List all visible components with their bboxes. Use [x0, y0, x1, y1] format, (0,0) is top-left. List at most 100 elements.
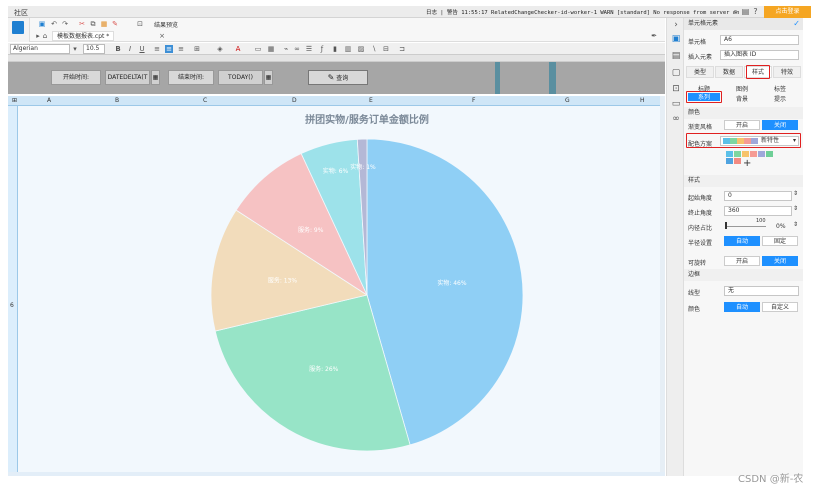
end-angle-input[interactable]: 360 — [724, 206, 792, 216]
border-icon[interactable]: ⊞ — [193, 45, 201, 53]
check-icon[interactable]: ✓ — [793, 19, 800, 28]
paste-icon[interactable]: ▦ — [100, 20, 108, 28]
format-brush-icon[interactable]: ✒ — [650, 32, 658, 40]
merge-cells-icon[interactable]: ▭ — [254, 45, 262, 53]
gradient-off-button[interactable]: 关闭 — [762, 120, 798, 130]
designer-logo-icon[interactable] — [12, 21, 24, 34]
font-family-select[interactable]: Algerian — [10, 44, 70, 54]
radius-auto-button[interactable]: 自动 — [724, 236, 760, 246]
undo-icon[interactable]: ↶ — [50, 20, 58, 28]
search-icon[interactable]: ⌕ — [731, 7, 740, 16]
start-time-input[interactable]: DATEDELTA(T — [105, 70, 150, 85]
more-icon[interactable]: ⊐ — [398, 45, 406, 53]
subtab-label[interactable]: 标签 — [774, 84, 786, 93]
border-color-custom-button[interactable]: 自定义 — [762, 302, 798, 312]
palette-swatch[interactable] — [726, 158, 733, 164]
cell-attribute-icon[interactable]: ▤ — [671, 51, 681, 61]
rotate-on-button[interactable]: 开启 — [724, 256, 760, 266]
palette-swatch[interactable] — [734, 151, 741, 157]
tab-effect[interactable]: 特效 — [773, 66, 801, 78]
widget-settings-icon[interactable]: ⊡ — [671, 84, 681, 94]
spinner-icon[interactable]: ⇕ — [793, 190, 798, 197]
spinner-icon[interactable]: ⇕ — [793, 205, 798, 212]
palette-swatch[interactable] — [734, 158, 741, 164]
radius-fixed-button[interactable]: 固定 — [762, 236, 798, 246]
insert-column-icon[interactable]: ▥ — [344, 45, 352, 53]
column-b[interactable]: B — [115, 97, 119, 104]
palette-swatch[interactable] — [742, 151, 749, 157]
app-label[interactable]: 社区 — [14, 8, 28, 18]
collapse-icon[interactable]: › — [671, 20, 681, 30]
align-left-icon[interactable]: ≡ — [153, 45, 161, 53]
gradient-on-button[interactable]: 开启 — [724, 120, 760, 130]
formula-icon[interactable]: ∞ — [293, 45, 301, 53]
column-d[interactable]: D — [292, 97, 297, 104]
corner-cell[interactable]: ⊞ — [12, 97, 17, 104]
tab-data[interactable]: 数据 — [715, 66, 743, 78]
border-section-header[interactable]: 边框 — [684, 269, 803, 281]
copy-icon[interactable]: ⧉ — [89, 20, 97, 28]
preview-icon[interactable]: ⊡ — [136, 20, 144, 28]
style-section-header[interactable]: 样式 — [684, 175, 803, 187]
cell-element-icon[interactable]: ▣ — [671, 34, 681, 44]
border-color-auto-button[interactable]: 自动 — [724, 302, 760, 312]
save-icon[interactable]: ▣ — [38, 20, 46, 28]
row-6-label[interactable]: 6 — [10, 302, 14, 309]
column-e[interactable]: E — [369, 97, 373, 104]
column-c[interactable]: C — [203, 97, 207, 104]
horizontal-scrollbar[interactable] — [8, 472, 665, 476]
hyperlink-icon[interactable]: ∞ — [671, 114, 681, 124]
column-f[interactable]: F — [472, 97, 475, 104]
sort-icon[interactable]: ☰ — [305, 45, 313, 53]
font-size-select[interactable]: 10.5 — [83, 44, 105, 54]
cell-input[interactable]: A6 — [720, 35, 799, 45]
insert-image-icon[interactable]: ▨ — [357, 45, 365, 53]
underline-button[interactable]: U — [138, 45, 146, 53]
align-center-icon[interactable]: ≡ — [165, 45, 173, 53]
palette-swatch[interactable] — [758, 151, 765, 157]
font-color-icon[interactable]: A — [234, 45, 242, 53]
align-right-icon[interactable]: ≡ — [177, 45, 185, 53]
column-h[interactable]: H — [640, 97, 645, 104]
help-icon[interactable]: ? — [751, 7, 760, 16]
palette-swatch[interactable] — [726, 151, 733, 157]
insert-element-select[interactable]: 插入图表 ID — [720, 50, 799, 60]
close-tab-icon[interactable]: × — [158, 32, 166, 40]
login-button[interactable]: 点击登录 — [764, 6, 811, 18]
template-tab[interactable]: 模板数据报表.cpt * — [52, 31, 115, 41]
italic-button[interactable]: I — [126, 45, 134, 53]
cut-icon[interactable]: ✂ — [78, 20, 86, 28]
slash-icon[interactable]: ∖ — [370, 45, 378, 53]
float-element-icon[interactable]: ▢ — [671, 68, 681, 78]
chevron-down-icon[interactable]: ▾ — [71, 45, 79, 53]
insert-subreport-icon[interactable]: ⊟ — [382, 45, 390, 53]
insert-chart-icon[interactable]: ▮ — [331, 45, 339, 53]
start-angle-input[interactable]: 0 — [724, 191, 792, 201]
line-type-select[interactable]: 无 — [724, 286, 799, 296]
palette-swatch[interactable] — [766, 151, 773, 157]
fill-color-icon[interactable]: ◈ — [216, 45, 224, 53]
bold-button[interactable]: B — [114, 45, 122, 53]
spinner-icon[interactable]: ⇕ — [793, 221, 798, 228]
subtab-legend[interactable]: 图例 — [736, 84, 748, 93]
add-color-icon[interactable]: + — [743, 158, 751, 169]
chart-cell[interactable]: 拼团实物/服务订单金额比例 实物: 46% 服务: 26% 服务: 13% 服务: 9… — [18, 106, 660, 472]
function-icon[interactable]: ƒ — [318, 45, 326, 53]
condition-icon[interactable]: ▭ — [671, 99, 681, 109]
document-icon[interactable]: ▤ — [741, 7, 750, 16]
color-section-header[interactable]: 颜色 — [684, 107, 803, 119]
column-g[interactable]: G — [565, 97, 570, 104]
start-calendar-icon[interactable]: ▦ — [151, 70, 160, 85]
grid-icon[interactable]: ▦ — [267, 45, 275, 53]
query-button[interactable]: ✎ 查询 — [308, 70, 368, 85]
link-icon[interactable]: ⌁ — [282, 45, 290, 53]
redo-icon[interactable]: ↷ — [61, 20, 69, 28]
subtab-background[interactable]: 背景 — [736, 94, 748, 103]
tab-type[interactable]: 类型 — [686, 66, 714, 78]
palette-swatch[interactable] — [750, 151, 757, 157]
pie-chart[interactable]: 拼团实物/服务订单金额比例 实物: 46% 服务: 26% 服务: 13% 服务: 9… — [18, 106, 660, 472]
preview-label[interactable]: 结果预览 — [154, 20, 178, 29]
end-calendar-icon[interactable]: ▦ — [264, 70, 273, 85]
subtab-tooltip[interactable]: 提示 — [774, 94, 786, 103]
home-icon[interactable]: ⌂ — [41, 32, 49, 40]
